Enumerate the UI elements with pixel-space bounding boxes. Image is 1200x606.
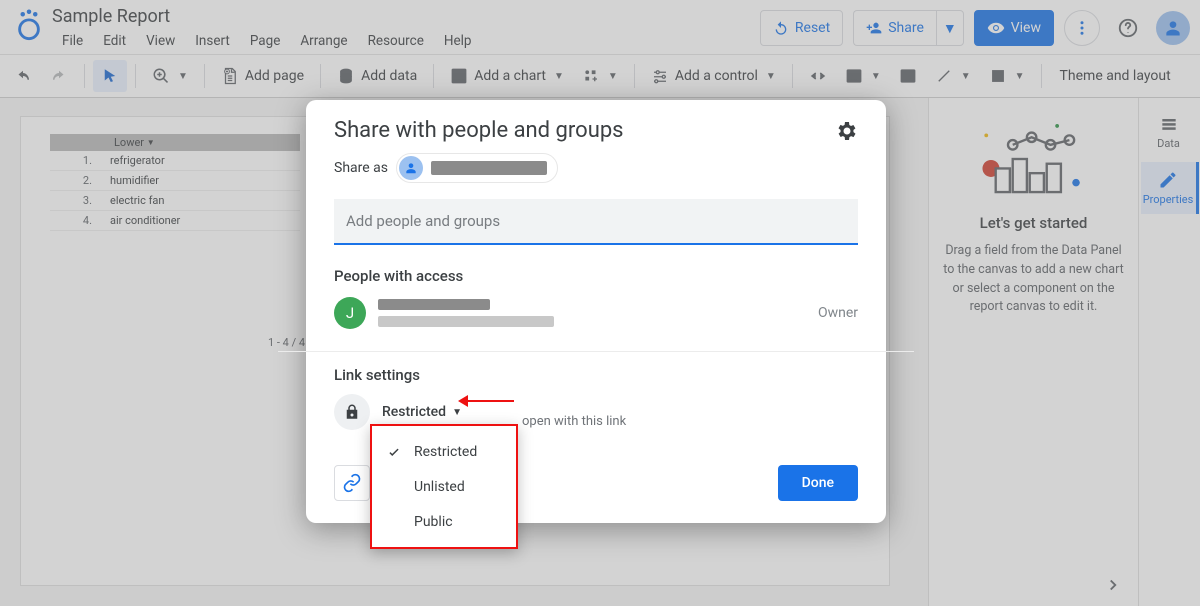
add-chart-label: Add a chart (474, 68, 546, 84)
side-rail: Data Properties (1138, 98, 1200, 606)
menu-item-restricted-label: Restricted (414, 444, 477, 460)
doc-title[interactable]: Sample Report (52, 4, 482, 27)
line-button[interactable]: ▼ (927, 60, 979, 92)
dialog-title: Share with people and groups (334, 118, 834, 143)
title-block: Sample Report File Edit View Insert Page… (52, 4, 482, 53)
app-header: Sample Report File Edit View Insert Page… (0, 0, 1200, 54)
add-page-label: Add page (245, 68, 304, 84)
expand-panel-icon[interactable] (1104, 576, 1122, 594)
rail-data-label: Data (1157, 137, 1180, 150)
account-avatar[interactable] (1156, 11, 1190, 45)
app-logo (14, 8, 44, 42)
people-with-access-label: People with access (334, 267, 858, 285)
menu-item-public[interactable]: Public (372, 504, 516, 539)
image-button[interactable]: ▼ (837, 60, 889, 92)
undo-button[interactable] (6, 60, 40, 92)
table-pager: 1 - 4 / 4 (268, 336, 305, 349)
community-visuals-button[interactable]: ▼ (574, 60, 626, 92)
help-illustration (939, 114, 1128, 204)
menu-edit[interactable]: Edit (93, 29, 136, 53)
menu-item-unlisted-label: Unlisted (414, 479, 465, 495)
add-page-button[interactable]: Add page (213, 60, 312, 92)
owner-avatar: J (334, 297, 366, 329)
share-settings-button[interactable] (834, 119, 858, 143)
embed-url-button[interactable] (801, 60, 835, 92)
add-people-placeholder: Add people and groups (346, 212, 500, 230)
owner-name-redacted (378, 299, 554, 327)
toolbar: ▼ Add page Add data Add a chart▼ ▼ Add a… (0, 54, 1200, 98)
done-button[interactable]: Done (778, 465, 858, 501)
header-actions: Reset Share ▼ View (760, 4, 1190, 46)
check-icon (386, 445, 402, 459)
help-title: Let's get started (939, 214, 1128, 232)
help-text: Drag a field from the Data Panel to the … (939, 242, 1128, 317)
sample-table[interactable]: Lower ▼ 1.refrigerator 2.humidifier 3.el… (50, 134, 300, 231)
share-button[interactable]: Share ▼ (853, 10, 964, 46)
share-as-avatar-icon (399, 156, 423, 180)
table-row: 1.refrigerator (50, 151, 300, 171)
view-label: View (1011, 20, 1041, 36)
more-options-button[interactable] (1064, 10, 1100, 46)
share-label: Share (888, 20, 924, 36)
menu-arrange[interactable]: Arrange (290, 29, 357, 53)
annotation-arrow (458, 395, 518, 407)
menu-page[interactable]: Page (240, 29, 291, 53)
menu-item-restricted[interactable]: Restricted (372, 434, 516, 469)
share-as-label: Share as (334, 160, 388, 176)
lock-icon (334, 394, 370, 430)
rail-data-tab[interactable]: Data (1141, 106, 1199, 158)
rail-properties-tab[interactable]: Properties (1141, 162, 1199, 214)
owner-role-label: Owner (818, 305, 858, 321)
menu-bar: File Edit View Insert Page Arrange Resou… (52, 29, 482, 53)
add-data-button[interactable]: Add data (329, 60, 425, 92)
menu-file[interactable]: File (52, 29, 93, 53)
link-visibility-menu: Restricted Unlisted Public (370, 424, 518, 549)
zoom-tool[interactable]: ▼ (144, 60, 196, 92)
add-control-button[interactable]: Add a control▼ (643, 60, 784, 92)
text-button[interactable] (891, 60, 925, 92)
menu-insert[interactable]: Insert (185, 29, 240, 53)
reset-label: Reset (795, 20, 830, 36)
link-visibility-label: Restricted (382, 404, 446, 420)
person-row: J Owner (334, 297, 858, 329)
add-chart-button[interactable]: Add a chart▼ (442, 60, 572, 92)
menu-item-public-label: Public (414, 514, 453, 530)
add-control-label: Add a control (675, 68, 758, 84)
help-button[interactable] (1110, 10, 1146, 46)
add-people-input[interactable]: Add people and groups (334, 199, 858, 245)
view-button[interactable]: View (974, 10, 1054, 46)
menu-view[interactable]: View (136, 29, 185, 53)
right-help-panel: Let's get started Drag a field from the … (928, 98, 1138, 606)
redo-button[interactable] (42, 60, 76, 92)
menu-item-unlisted[interactable]: Unlisted (372, 469, 516, 504)
table-row: 2.humidifier (50, 171, 300, 191)
link-visibility-dropdown[interactable]: Restricted ▼ (382, 404, 462, 420)
add-data-label: Add data (361, 68, 417, 84)
menu-help[interactable]: Help (434, 29, 482, 53)
link-settings-label: Link settings (334, 366, 858, 384)
select-tool[interactable] (93, 60, 127, 92)
table-row: 3.electric fan (50, 191, 300, 211)
menu-resource[interactable]: Resource (358, 29, 434, 53)
share-as-chip[interactable] (396, 153, 558, 183)
shape-button[interactable]: ▼ (981, 60, 1033, 92)
link-visibility-hint: open with this link (522, 414, 858, 429)
reset-button[interactable]: Reset (760, 10, 843, 46)
share-as-name-redacted (431, 161, 547, 175)
share-dropdown-button[interactable]: ▼ (936, 10, 964, 46)
table-header: Lower (114, 136, 144, 149)
rail-properties-label: Properties (1143, 193, 1194, 206)
copy-link-button[interactable] (334, 465, 370, 501)
table-row: 4.air conditioner (50, 211, 300, 231)
theme-layout-button[interactable]: Theme and layout (1050, 68, 1181, 84)
